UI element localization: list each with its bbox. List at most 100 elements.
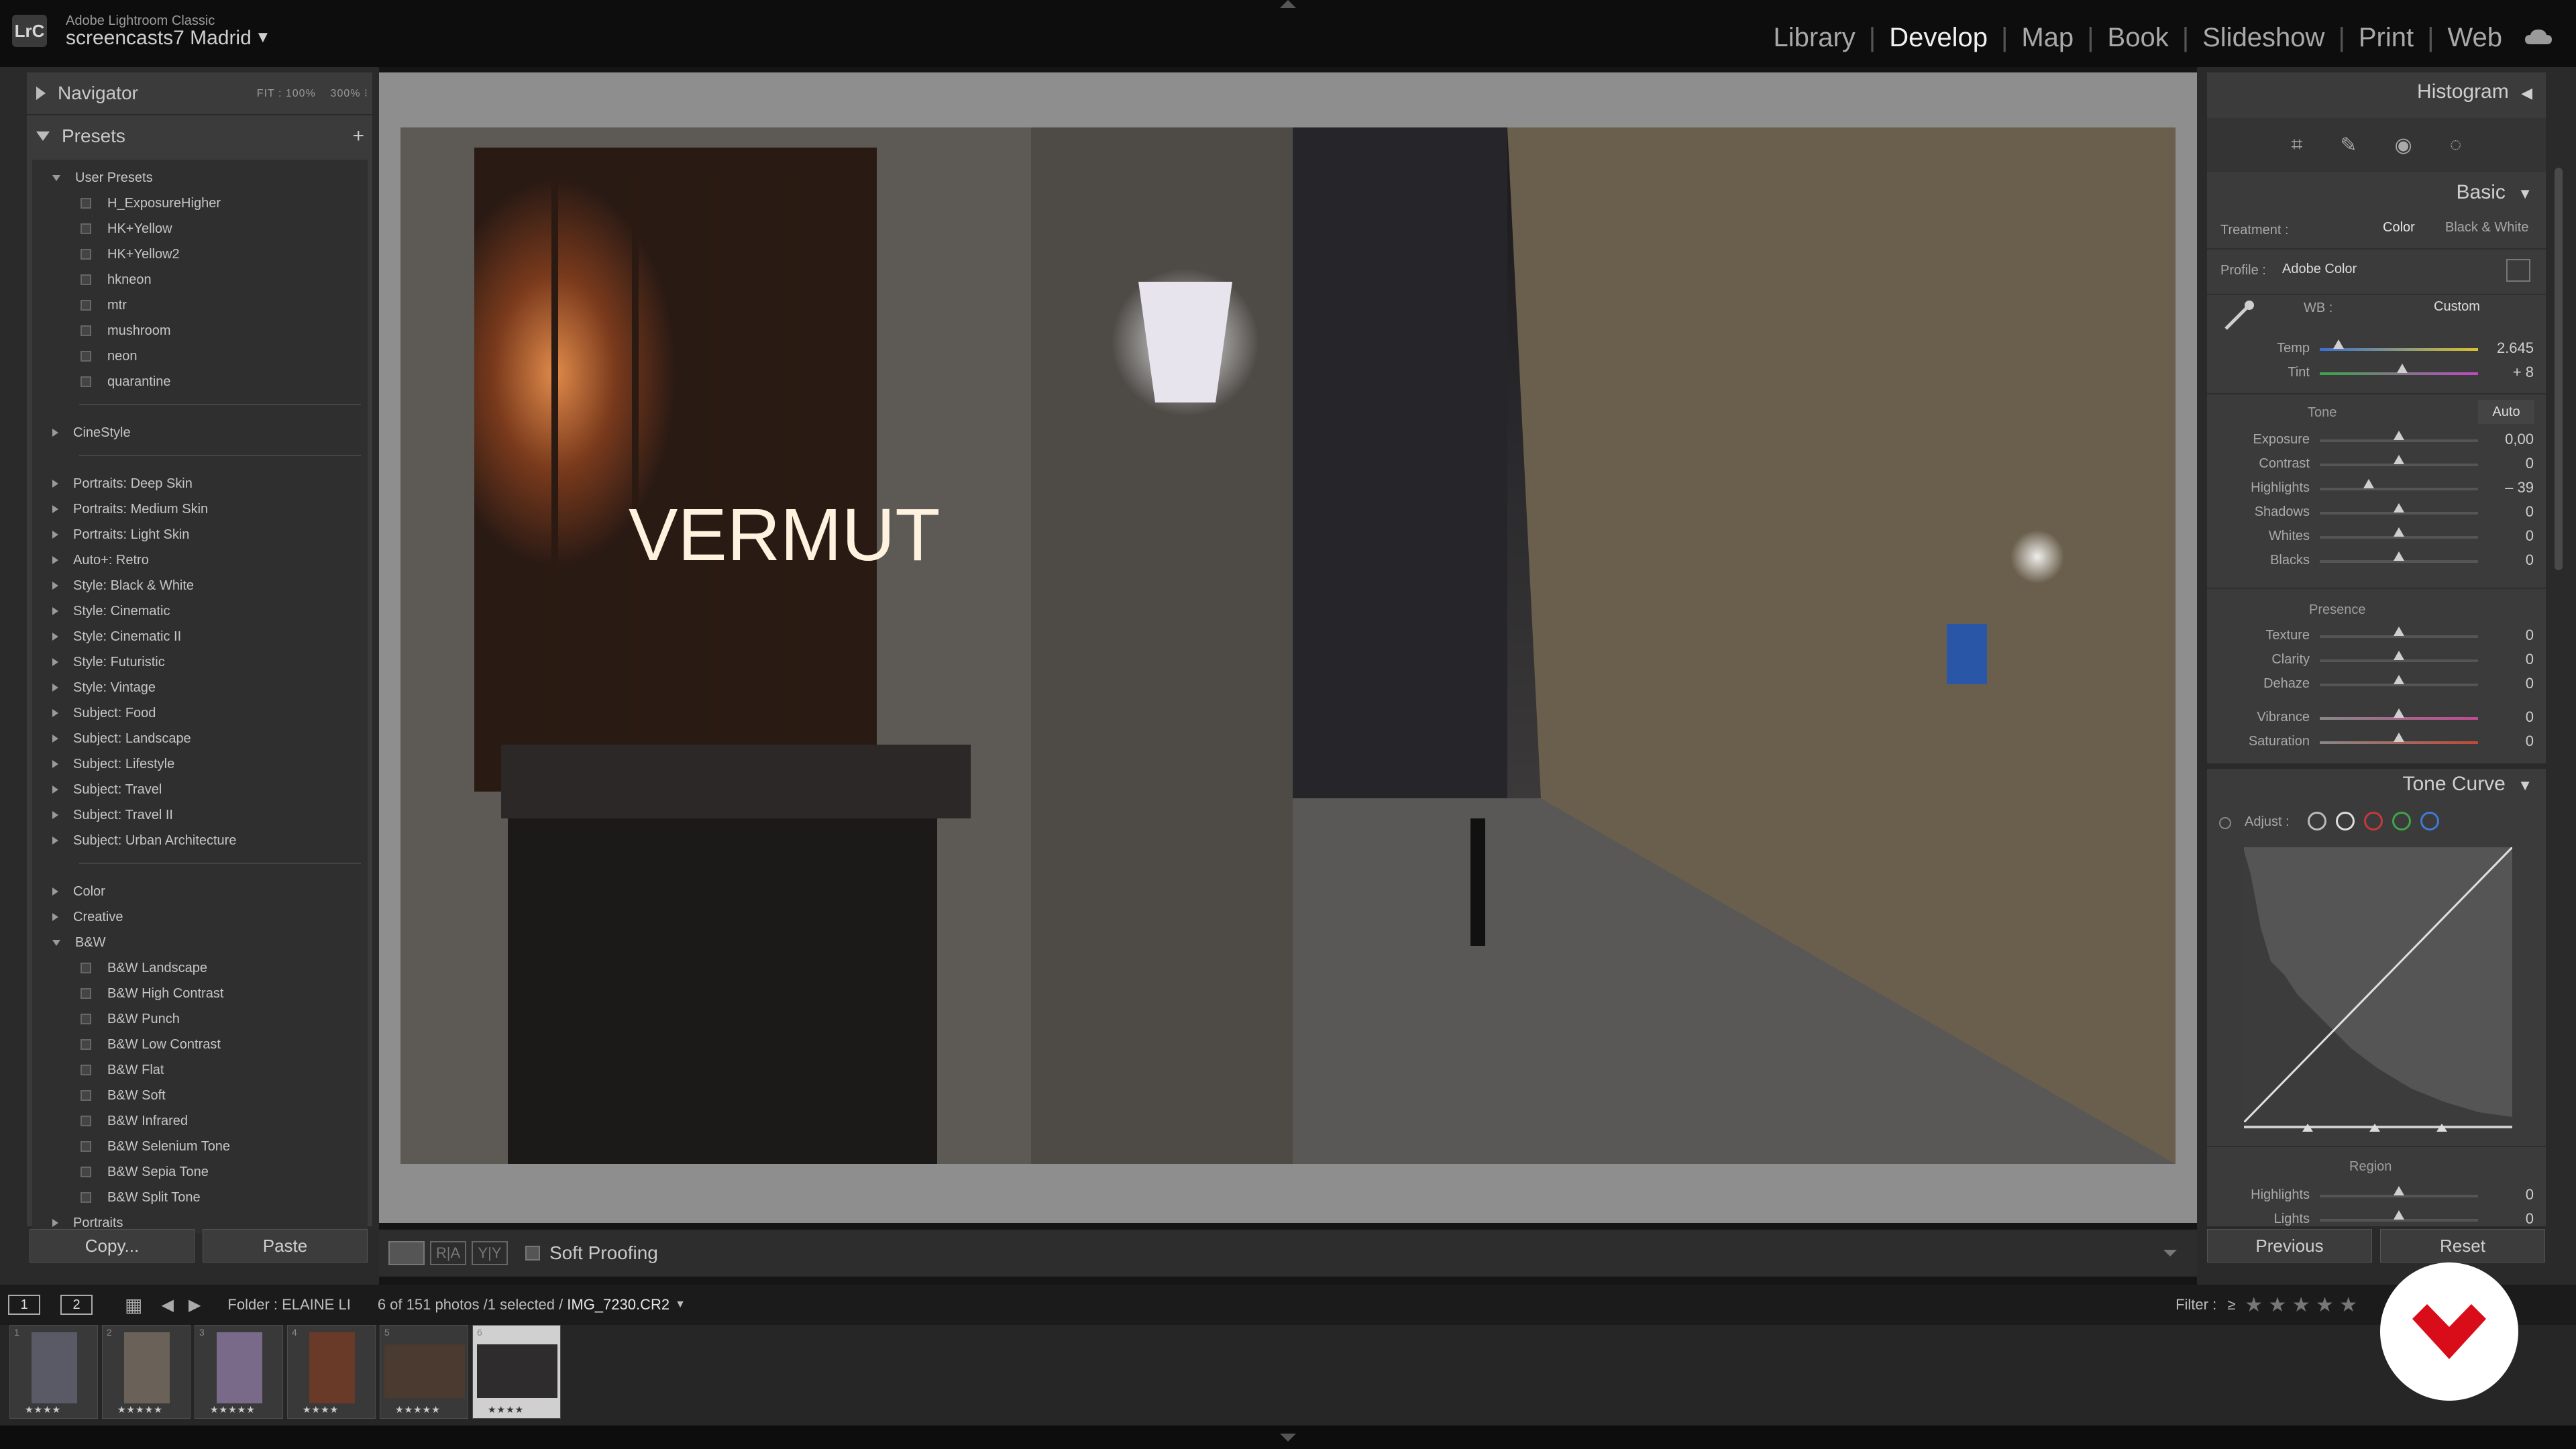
- slider-temp[interactable]: Temp 2.645: [2207, 337, 2546, 361]
- preset-item[interactable]: HK+Yellow2: [80, 241, 180, 267]
- split-handle[interactable]: [2302, 1124, 2313, 1132]
- soft-proofing-checkbox[interactable]: [525, 1246, 540, 1260]
- filmstrip-thumbnail[interactable]: 1 ★★★★: [9, 1325, 98, 1419]
- auto-button[interactable]: Auto: [2478, 400, 2534, 424]
- slider-texture[interactable]: Texture 0: [2207, 624, 2546, 648]
- point-curve-icon[interactable]: [2336, 812, 2355, 830]
- slider-thumb[interactable]: [2394, 551, 2404, 561]
- wb-select[interactable]: Custom: [2434, 299, 2480, 315]
- split-handle[interactable]: [2436, 1124, 2447, 1132]
- red-channel-icon[interactable]: [2364, 812, 2383, 830]
- preset-group[interactable]: Color: [52, 879, 105, 904]
- slider-saturation[interactable]: Saturation 0: [2207, 730, 2546, 754]
- preset-item[interactable]: B&W Selenium Tone: [80, 1134, 230, 1159]
- slider-clarity[interactable]: Clarity 0: [2207, 648, 2546, 672]
- tone-curve-header[interactable]: Tone Curve ▼: [2402, 773, 2532, 796]
- slider-thumb[interactable]: [2394, 1210, 2404, 1220]
- profile-browser-icon[interactable]: [2506, 259, 2530, 282]
- preset-item[interactable]: quarantine: [80, 369, 171, 394]
- preset-group[interactable]: Subject: Urban Architecture: [52, 828, 236, 853]
- wb-picker-icon[interactable]: [2219, 295, 2259, 335]
- histogram-header[interactable]: Histogram ◀: [2417, 80, 2532, 103]
- preset-item[interactable]: B&W Infrared: [80, 1108, 188, 1134]
- slider-lights[interactable]: Lights 0: [2207, 1208, 2546, 1232]
- module-map[interactable]: Map: [2021, 23, 2074, 53]
- zoom-100[interactable]: 100%: [286, 88, 316, 99]
- slider-thumb[interactable]: [2363, 479, 2375, 488]
- module-slideshow[interactable]: Slideshow: [2202, 23, 2324, 53]
- slider-value[interactable]: + 8: [2513, 364, 2534, 381]
- navigator-zoom-options[interactable]: FIT : 100% 300% ⁝: [257, 87, 368, 100]
- basic-header[interactable]: Basic ▼: [2457, 181, 2532, 204]
- paste-button[interactable]: Paste: [203, 1229, 368, 1263]
- navigator-header[interactable]: Navigator FIT : 100% 300% ⁝: [27, 72, 372, 114]
- treatment-color[interactable]: Color: [2383, 220, 2415, 235]
- tone-curve-graph[interactable]: [2244, 847, 2512, 1122]
- add-preset-button[interactable]: +: [352, 125, 364, 148]
- slider-exposure[interactable]: Exposure 0,00: [2207, 428, 2546, 452]
- previous-button[interactable]: Previous: [2207, 1229, 2372, 1263]
- preset-item[interactable]: B&W Landscape: [80, 955, 207, 981]
- slider-thumb[interactable]: [2394, 455, 2404, 464]
- back-arrow-icon[interactable]: ◀: [161, 1295, 173, 1315]
- toolbar-menu-icon[interactable]: [2163, 1250, 2177, 1256]
- slider-shadows[interactable]: Shadows 0: [2207, 500, 2546, 525]
- slider-dehaze[interactable]: Dehaze 0: [2207, 672, 2546, 696]
- preset-item[interactable]: B&W Split Tone: [80, 1185, 201, 1210]
- green-channel-icon[interactable]: [2392, 812, 2411, 830]
- copy-button[interactable]: Copy...: [30, 1229, 195, 1263]
- before-after-tb-button[interactable]: Y|Y: [472, 1241, 508, 1265]
- catalog-name[interactable]: screencasts7 Madrid: [66, 27, 252, 50]
- slider-thumb[interactable]: [2394, 503, 2404, 513]
- filmstrip-thumbnail[interactable]: 5 ★★★★★: [380, 1325, 468, 1419]
- photo-image[interactable]: VERMUT: [400, 127, 2176, 1164]
- preset-group[interactable]: Portraits: Medium Skin: [52, 496, 208, 522]
- forward-arrow-icon[interactable]: ▶: [189, 1295, 201, 1315]
- preset-item[interactable]: B&W Soft: [80, 1083, 166, 1108]
- slider-value[interactable]: 0: [2526, 1186, 2534, 1203]
- preset-group[interactable]: Subject: Lifestyle: [52, 751, 174, 777]
- preset-group[interactable]: B&W: [52, 930, 106, 955]
- slider-value[interactable]: 0: [2526, 503, 2534, 521]
- preset-group[interactable]: Style: Black & White: [52, 573, 194, 598]
- preset-group[interactable]: Style: Cinematic: [52, 598, 170, 624]
- preset-item[interactable]: hkneon: [80, 267, 152, 292]
- zoom-300[interactable]: 300%: [331, 88, 361, 99]
- filmstrip-thumbnail[interactable]: 2 ★★★★★: [102, 1325, 191, 1419]
- rating-filter-stars[interactable]: ★ ★ ★ ★ ★: [2245, 1293, 2357, 1317]
- masking-icon[interactable]: ◌: [2450, 133, 2462, 156]
- crop-icon[interactable]: ⌗: [2291, 133, 2302, 156]
- preset-item[interactable]: B&W High Contrast: [80, 981, 223, 1006]
- preset-group[interactable]: Auto+: Retro: [52, 547, 149, 573]
- folder-label[interactable]: Folder : ELAINE LI: [227, 1296, 350, 1313]
- slider-thumb[interactable]: [2394, 1186, 2404, 1195]
- panel-scrollbar[interactable]: [2555, 168, 2563, 570]
- slider-tint[interactable]: Tint + 8: [2207, 361, 2546, 385]
- slider-value[interactable]: 0: [2526, 551, 2534, 569]
- module-book[interactable]: Book: [2108, 23, 2169, 53]
- preset-item[interactable]: mushroom: [80, 318, 170, 343]
- preset-group[interactable]: CineStyle: [52, 420, 131, 445]
- preset-group[interactable]: Portraits: Light Skin: [52, 522, 189, 547]
- catalog-dropdown-icon[interactable]: ▼: [255, 28, 271, 47]
- module-print[interactable]: Print: [2359, 23, 2414, 53]
- loupe-view-button[interactable]: [388, 1241, 425, 1265]
- slider-value[interactable]: 0: [2526, 675, 2534, 692]
- preset-group[interactable]: Style: Cinematic II: [52, 624, 181, 649]
- spot-removal-icon[interactable]: ✎: [2340, 133, 2357, 157]
- slider-thumb[interactable]: [2394, 651, 2404, 660]
- slider-value[interactable]: 0: [2526, 708, 2534, 726]
- before-after-lr-button[interactable]: R|A: [430, 1241, 466, 1265]
- preset-group[interactable]: Creative: [52, 904, 123, 930]
- module-web[interactable]: Web: [2447, 23, 2502, 53]
- slider-value[interactable]: 0: [2526, 627, 2534, 644]
- preset-group[interactable]: Style: Futuristic: [52, 649, 165, 675]
- slider-thumb[interactable]: [2394, 733, 2404, 742]
- zoom-fit[interactable]: FIT: [257, 88, 275, 99]
- slider-highlights[interactable]: Highlights – 39: [2207, 476, 2546, 500]
- profile-select[interactable]: Adobe Color: [2282, 262, 2357, 277]
- grid-view-icon[interactable]: ▦: [125, 1294, 142, 1316]
- filmstrip-thumbnail[interactable]: 3 ★★★★★: [195, 1325, 283, 1419]
- target-adjust-icon[interactable]: [2219, 817, 2231, 829]
- slider-value[interactable]: 0: [2526, 455, 2534, 472]
